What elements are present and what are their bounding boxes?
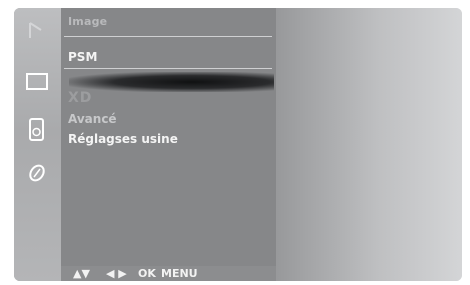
divider [64, 36, 272, 37]
menu-item-psm[interactable]: PSM [68, 50, 97, 64]
setup-icon[interactable] [23, 18, 51, 46]
picture-icon[interactable] [23, 68, 51, 96]
updown-arrows-icon: ▲▼ [73, 267, 90, 280]
option-icon[interactable] [23, 159, 51, 187]
menu-title: Image [68, 15, 108, 28]
menu-item-reglages-usine[interactable]: Réglagses usine [68, 132, 178, 146]
menu-panel: Image PSM XD Avancé Réglagses usine [61, 8, 276, 266]
divider [64, 68, 272, 69]
menu-label: MENU [161, 267, 198, 280]
tv-screen: Image PSM XD Avancé Réglagses usine ▲▼ ◀… [14, 8, 462, 281]
menu-icon-strip [14, 8, 61, 281]
background-area [276, 8, 462, 281]
navigation-bar: ▲▼ ◀ ▶ OK MENU [61, 266, 276, 281]
ok-label: OK [138, 267, 156, 280]
menu-item-xd[interactable]: XD [68, 90, 92, 106]
audio-icon[interactable] [23, 115, 51, 143]
selection-highlight [69, 72, 274, 92]
menu-item-avance[interactable]: Avancé [68, 112, 117, 126]
leftright-arrows-icon: ◀ ▶ [106, 267, 127, 280]
